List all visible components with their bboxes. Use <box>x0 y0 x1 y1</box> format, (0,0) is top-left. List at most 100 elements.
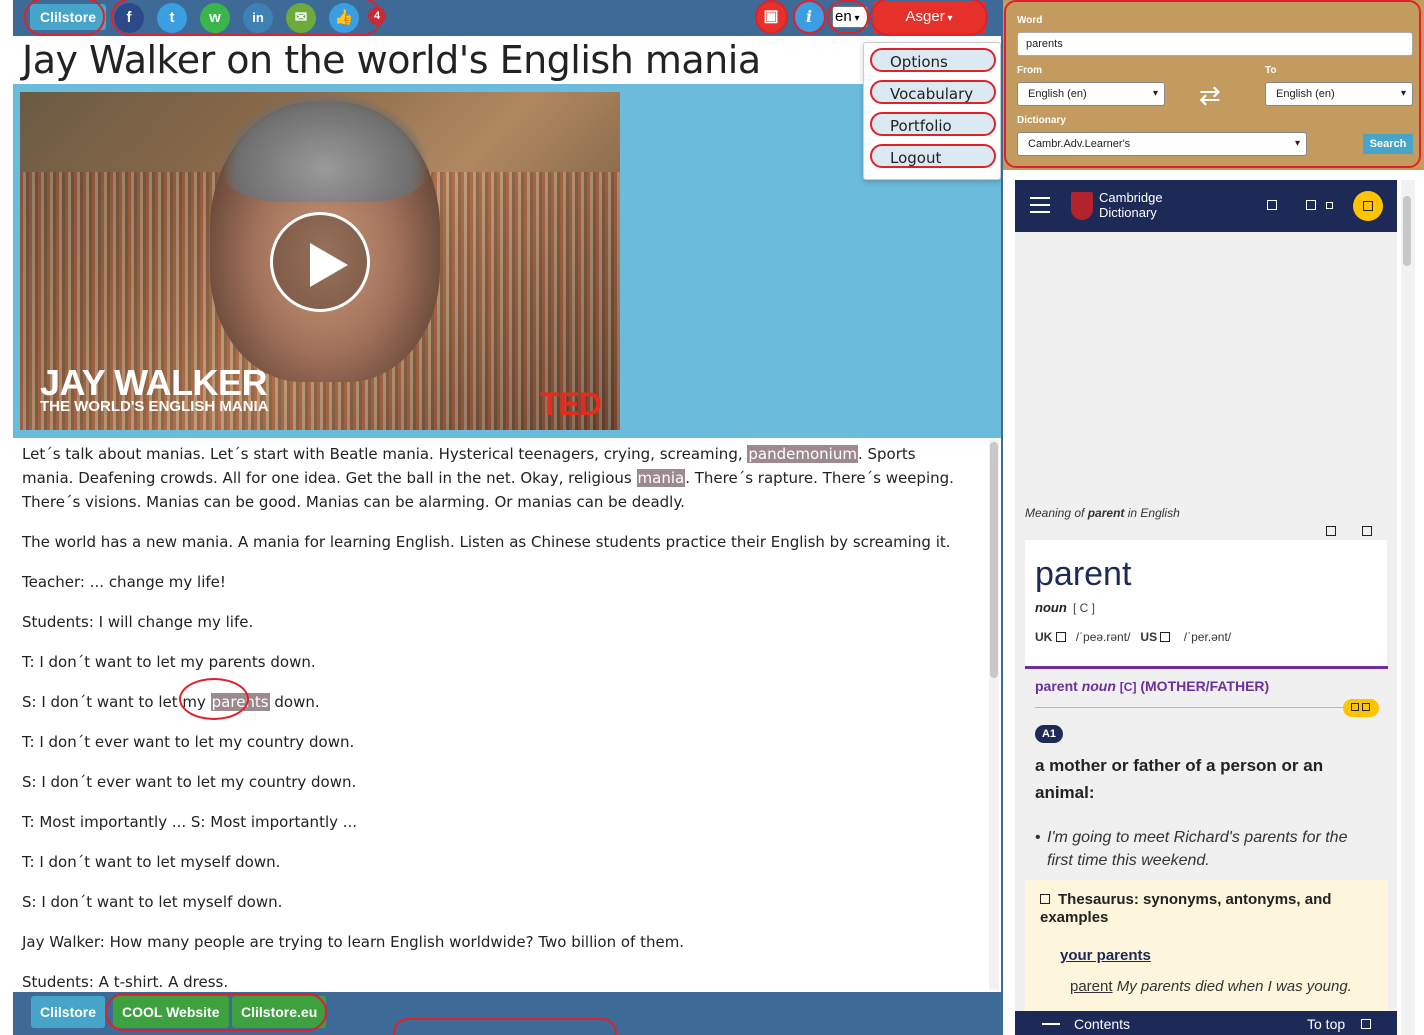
cambridge-logo[interactable]: Cambridge Dictionary <box>1099 190 1163 220</box>
transcript-paragraph: Let´s talk about manias. Let´s start wit… <box>22 445 954 511</box>
transcript-paragraph: T: I don´t want to let myself down. <box>22 853 281 871</box>
highlighted-word[interactable]: parents <box>210 693 270 711</box>
play-icon[interactable] <box>270 212 370 312</box>
cool-website-button[interactable]: COOL Website <box>113 996 229 1028</box>
transcript-paragraph: Students: I will change my life. <box>22 613 254 631</box>
transcript-paragraph: Teacher: ... change my life! <box>22 573 226 591</box>
cambridge-dictionary-frame: Cambridge Dictionary Meaning of parent in… <box>1015 180 1397 1035</box>
user-menu-button[interactable]: Asger ▾ <box>873 1 985 33</box>
clilstore-button[interactable]: Clilstore <box>30 4 107 30</box>
word-label: Word <box>1017 15 1043 26</box>
word-input[interactable]: parents <box>1017 32 1413 56</box>
dictionary-select[interactable]: Cambr.Adv.Learner's ▾ <box>1017 132 1307 156</box>
video-area: JAY WALKER THE WORLD'S ENGLISH MANIA TED <box>13 84 1001 438</box>
expand-sense-button[interactable] <box>1343 699 1379 717</box>
audio-us-icon[interactable] <box>1160 632 1171 642</box>
dictionary-lookup-form: Word parents From English (en) ▾ ⇄ To Eng… <box>1003 0 1424 170</box>
contents-button[interactable]: Contents <box>1074 1016 1130 1032</box>
transcript-paragraph: S: I don´t ever want to let my country d… <box>22 773 357 791</box>
bookmark-icon[interactable] <box>1362 526 1372 536</box>
transcript-paragraph: T: I don´t ever want to let my country d… <box>22 733 355 751</box>
user-dropdown-menu: Options Vocabulary Portfolio Logout <box>863 42 1001 180</box>
language-select[interactable]: en ▾ <box>832 6 868 28</box>
swap-languages-icon[interactable]: ⇄ <box>1199 82 1221 108</box>
thesaurus-example: parent My parents died when I was young. <box>1070 978 1352 995</box>
sense-divider <box>1035 707 1375 708</box>
headword: parent <box>1035 555 1132 593</box>
cambridge-header: Cambridge Dictionary <box>1015 180 1397 232</box>
clilstore-unit-pane: Clilstore f t w in ✉ 👍 4 ▣ i en ▾ Asger … <box>13 0 1001 1035</box>
transcript-paragraph: S: I don´t want to let my parents down. <box>13 678 973 728</box>
pane-divider[interactable] <box>1001 0 1003 1035</box>
arrow-up-icon <box>1361 1019 1371 1029</box>
video-player[interactable]: JAY WALKER THE WORLD'S ENGLISH MANIA TED <box>20 92 620 430</box>
transcript-paragraph: T: I don´t want to let my parents down. <box>22 653 316 671</box>
email-icon[interactable]: ✉ <box>286 3 316 33</box>
audio-uk-icon[interactable] <box>1055 632 1066 642</box>
from-language-select[interactable]: English (en) ▾ <box>1017 82 1165 106</box>
menu-item-portfolio[interactable]: Portfolio <box>870 112 996 136</box>
thesaurus-title[interactable]: Thesaurus: synonyms, antonyms, and examp… <box>1040 891 1370 927</box>
contents-menu-icon[interactable] <box>1042 1023 1060 1035</box>
level-badge: A1 <box>1035 725 1063 743</box>
annotation-ring <box>393 1018 617 1035</box>
chevron-down-icon: ▾ <box>1400 88 1406 99</box>
settings-icon[interactable] <box>1326 202 1333 209</box>
chevron-down-icon: ▾ <box>1152 88 1158 99</box>
menu-item-vocabulary[interactable]: Vocabulary <box>870 80 996 104</box>
highlighted-word[interactable]: pandemonium <box>747 445 858 463</box>
slideshow-icon[interactable]: ▣ <box>756 2 786 32</box>
meaning-heading: Meaning of parent in English <box>1025 506 1180 520</box>
sense-heading: parent noun [C] (MOTHER/FATHER) <box>1035 678 1270 694</box>
share-icon[interactable] <box>1326 526 1336 536</box>
part-of-speech: noun <box>1035 600 1067 615</box>
section-divider <box>1025 666 1388 669</box>
menu-item-logout[interactable]: Logout <box>870 144 996 168</box>
whatsapp-icon[interactable]: w <box>200 3 230 33</box>
facebook-icon[interactable]: f <box>114 3 144 33</box>
grammar-code: [ C ] <box>1073 601 1096 615</box>
clilstore-eu-button[interactable]: Clilstore.eu <box>232 996 327 1028</box>
dictionary-label: Dictionary <box>1017 115 1066 126</box>
bottom-toolbar: Clilstore COOL Website Clilstore.eu <box>13 992 1001 1035</box>
search-button[interactable]: Search <box>1363 134 1413 154</box>
ted-logo: TED <box>540 386 602 422</box>
video-subtitle: THE WORLD'S ENGLISH MANIA <box>40 398 269 415</box>
pronunciation: UK /ˈpeə.rənt/ US /ˈper.ənt/ <box>1035 630 1232 644</box>
info-icon[interactable]: i <box>794 2 824 32</box>
transcript-scrollbar[interactable] <box>989 440 999 990</box>
to-language-select[interactable]: English (en) ▾ <box>1265 82 1413 106</box>
transcript-panel[interactable]: Let´s talk about manias. Let´s start wit… <box>13 438 1001 992</box>
twitter-icon[interactable]: t <box>157 3 187 33</box>
cambridge-shield-logo <box>1071 192 1093 220</box>
thesaurus-link[interactable]: your parents <box>1060 947 1151 964</box>
to-top-button[interactable]: To top <box>1307 1016 1345 1032</box>
search-icon[interactable] <box>1267 200 1277 210</box>
entry-header: parent noun [ C ] UK /ˈpeə.rənt/ US /ˈpe… <box>1025 540 1387 666</box>
top-toolbar: Clilstore f t w in ✉ 👍 4 ▣ i en ▾ Asger … <box>13 0 1001 36</box>
example-sentence: I'm going to meet Richard's parents for … <box>1035 826 1365 872</box>
menu-item-options[interactable]: Options <box>870 48 996 72</box>
transcript-paragraph: S: I don´t want to let myself down. <box>22 893 283 911</box>
scrollbar-thumb[interactable] <box>1403 196 1411 266</box>
cambridge-footer-bar: Contents To top <box>1015 1011 1397 1035</box>
transcript-paragraph: T: Most importantly ... S: Most importan… <box>22 813 358 831</box>
from-label: From <box>1017 65 1042 76</box>
scrollbar-thumb[interactable] <box>990 442 998 678</box>
linkedin-icon[interactable]: in <box>243 3 273 33</box>
definition: a mother or father of a person or an ani… <box>1035 756 1324 802</box>
chevron-down-icon: ▾ <box>851 13 860 24</box>
clilstore-footer-button[interactable]: Clilstore <box>31 996 106 1028</box>
caret-down-icon: ▾ <box>944 13 953 24</box>
transcript-paragraph: Jay Walker: How many people are trying t… <box>22 933 685 951</box>
dictionary-pane: Word parents From English (en) ▾ ⇄ To Eng… <box>1003 0 1424 1035</box>
page-title: Jay Walker on the world's English mania <box>22 38 761 82</box>
speaker-hair <box>220 92 430 202</box>
dictionary-scrollbar[interactable] <box>1401 180 1415 1035</box>
wordlist-icon[interactable] <box>1306 200 1316 210</box>
hamburger-menu-icon[interactable] <box>1030 197 1050 213</box>
highlighted-word[interactable]: mania <box>636 469 686 487</box>
account-icon[interactable] <box>1353 191 1383 221</box>
like-icon[interactable]: 👍 <box>329 3 359 33</box>
thesaurus-icon <box>1040 894 1050 904</box>
